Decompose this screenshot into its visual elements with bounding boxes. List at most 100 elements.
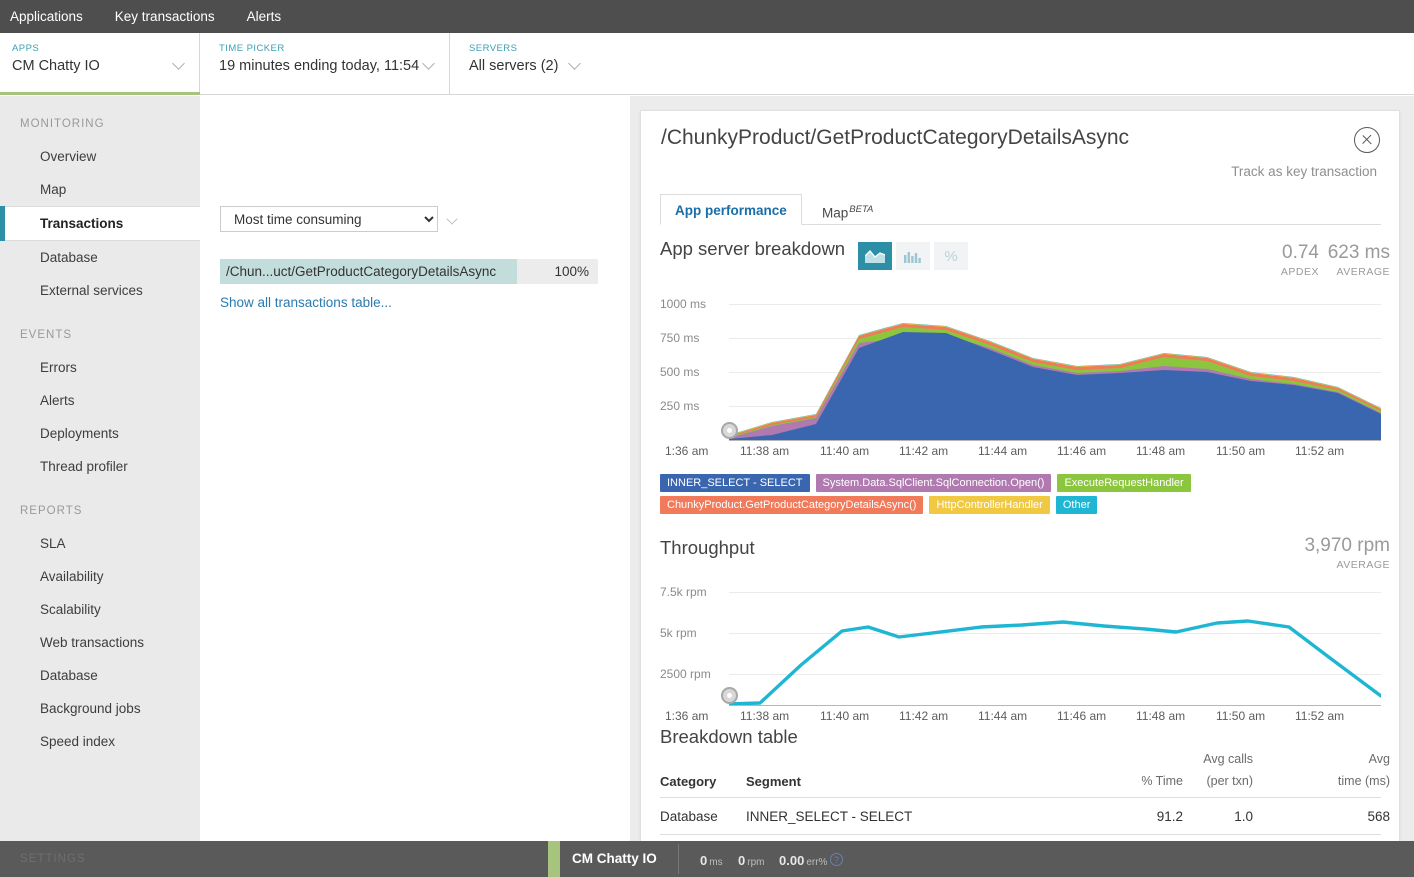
transaction-name: /Chun...uct/GetProductCategoryDetailsAsy… (220, 264, 496, 279)
column-segment: Segment (746, 774, 801, 789)
x-axis-tick: 11:44 am (978, 444, 1027, 458)
time-picker-selector[interactable]: TIME PICKER 19 minutes ending today, 11:… (200, 33, 450, 95)
column-avg-time-line1: Avg (1280, 752, 1390, 766)
sidebar-item-speed-index[interactable]: Speed index (0, 725, 200, 758)
area-chart-icon[interactable] (858, 242, 892, 270)
nav-item-applications[interactable]: Applications (0, 0, 99, 33)
sidebar-item-sla[interactable]: SLA (0, 527, 200, 560)
throughput-title: Throughput (660, 537, 755, 559)
chevron-down-icon (446, 213, 457, 224)
status-throughput: 0rpm (738, 852, 764, 870)
cell-category: Database (660, 809, 718, 824)
x-axis-tick: 11:50 am (1216, 709, 1265, 723)
throughput-chart[interactable]: 7.5k rpm 5k rpm 2500 rpm 1:36 am 11:38 a… (660, 581, 1381, 706)
sidebar: MONITORING Overview Map Transactions Dat… (0, 96, 200, 877)
status-app-name[interactable]: CM Chatty IO (572, 851, 657, 866)
sidebar-item-transactions[interactable]: Transactions (0, 206, 200, 241)
table-header-divider (660, 797, 1381, 798)
chart-type-toggles: % (858, 242, 968, 270)
sidebar-item-web-transactions[interactable]: Web transactions (0, 626, 200, 659)
x-axis-tick: 11:42 am (899, 709, 948, 723)
status-throughput-value: 0 (738, 853, 745, 868)
status-throughput-unit: rpm (747, 857, 764, 868)
legend-item[interactable]: INNER_SELECT - SELECT (660, 474, 810, 492)
sidebar-section-events: EVENTS (0, 307, 200, 351)
tab-map-label: Map (822, 206, 848, 221)
x-axis-tick: 11:42 am (899, 444, 948, 458)
breakdown-legend: INNER_SELECT - SELECT System.Data.SqlCli… (660, 474, 1191, 518)
x-axis-tick: 11:38 am (740, 709, 789, 723)
help-icon[interactable]: ? (830, 853, 843, 866)
sidebar-item-availability[interactable]: Availability (0, 560, 200, 593)
sort-select[interactable]: Most time consuming Slowest average resp… (220, 206, 438, 232)
tab-app-performance[interactable]: App performance (660, 194, 802, 225)
transaction-list-panel: Most time consuming Slowest average resp… (200, 96, 630, 877)
nav-item-key-transactions[interactable]: Key transactions (99, 0, 231, 33)
sidebar-item-reports-database[interactable]: Database (0, 659, 200, 692)
sidebar-section-monitoring: MONITORING (0, 96, 200, 140)
chart-range-handle[interactable] (721, 687, 738, 704)
percent-toggle[interactable]: % (934, 242, 968, 270)
x-axis-tick: 11:40 am (820, 709, 869, 723)
legend-item[interactable]: Other (1056, 496, 1098, 514)
sidebar-item-scalability[interactable]: Scalability (0, 593, 200, 626)
column-avg-calls-line2: (per txn) (1143, 774, 1253, 788)
close-icon[interactable] (1354, 127, 1380, 153)
app-server-breakdown-title: App server breakdown (660, 238, 845, 260)
app-server-breakdown-chart[interactable]: 1000 ms 750 ms 500 ms 250 ms (660, 291, 1381, 451)
nav-item-alerts[interactable]: Alerts (231, 0, 298, 33)
sort-selector-wrap: Most time consuming Slowest average resp… (220, 206, 458, 232)
bar-chart-icon[interactable] (896, 242, 930, 270)
cell-avg-time: 568 (1280, 809, 1390, 824)
sidebar-item-alerts[interactable]: Alerts (0, 384, 200, 417)
legend-item[interactable]: System.Data.SqlClient.SqlConnection.Open… (816, 474, 1052, 492)
apps-selector[interactable]: APPS CM Chatty IO (0, 33, 200, 95)
sidebar-item-deployments[interactable]: Deployments (0, 417, 200, 450)
sidebar-item-map[interactable]: Map (0, 173, 200, 206)
track-as-key-transaction-link[interactable]: Track as key transaction (1231, 164, 1377, 179)
legend-row: ChunkyProduct.GetProductCategoryDetailsA… (660, 496, 1191, 514)
status-response-time-value: 0 (700, 853, 707, 868)
average-value: 623 ms (1320, 242, 1390, 264)
sidebar-item-overview[interactable]: Overview (0, 140, 200, 173)
tab-map[interactable]: MapBETA (808, 194, 887, 225)
status-bar: SETTINGS CM Chatty IO 0ms 0rpm 0.00err% … (0, 841, 1414, 877)
y-axis-tick: 2500 rpm (660, 667, 722, 681)
sidebar-item-errors[interactable]: Errors (0, 351, 200, 384)
sidebar-item-background-jobs[interactable]: Background jobs (0, 692, 200, 725)
show-all-transactions-link[interactable]: Show all transactions table... (220, 295, 392, 310)
time-picker-label: TIME PICKER (219, 43, 449, 54)
status-divider (678, 844, 679, 874)
chart-range-handle[interactable] (721, 422, 738, 439)
percent-label: % (944, 248, 957, 265)
settings-label[interactable]: SETTINGS (20, 853, 86, 865)
servers-selector[interactable]: SERVERS All servers (2) (450, 33, 595, 95)
x-axis-tick: 11:44 am (978, 709, 1027, 723)
legend-item[interactable]: ChunkyProduct.GetProductCategoryDetailsA… (660, 496, 923, 514)
y-axis-tick: 500 ms (660, 365, 722, 379)
legend-item[interactable]: ExecuteRequestHandler (1057, 474, 1190, 492)
x-axis-tick: 11:46 am (1057, 709, 1106, 723)
legend-item[interactable]: HttpControllerHandler (929, 496, 1049, 514)
detail-tabs: App performance MapBETA (660, 194, 1381, 225)
y-axis-tick: 750 ms (660, 331, 722, 345)
y-axis-tick: 5k rpm (660, 626, 722, 640)
transaction-list-item[interactable]: /Chun...uct/GetProductCategoryDetailsAsy… (220, 259, 598, 284)
cell-avg-calls: 1.0 (1143, 809, 1253, 824)
breakdown-area-svg (729, 304, 1381, 440)
x-axis-tick: 11:48 am (1136, 444, 1185, 458)
x-axis-line (729, 705, 1381, 706)
transaction-detail-card: /ChunkyProduct/GetProductCategoryDetails… (640, 110, 1400, 877)
sidebar-item-external-services[interactable]: External services (0, 274, 200, 307)
x-axis-tick: 11:52 am (1295, 709, 1344, 723)
bar-chart-glyph (904, 250, 922, 263)
sidebar-item-database[interactable]: Database (0, 241, 200, 274)
y-axis-tick: 1000 ms (660, 297, 722, 311)
column-avg-calls-line1: Avg calls (1143, 752, 1253, 766)
y-axis-tick: 250 ms (660, 399, 722, 413)
throughput-label: AVERAGE (1250, 559, 1390, 571)
column-avg-time-line2: time (ms) (1280, 774, 1390, 788)
apps-selector-label: APPS (12, 43, 199, 54)
sidebar-item-thread-profiler[interactable]: Thread profiler (0, 450, 200, 483)
servers-selector-label: SERVERS (469, 43, 595, 54)
